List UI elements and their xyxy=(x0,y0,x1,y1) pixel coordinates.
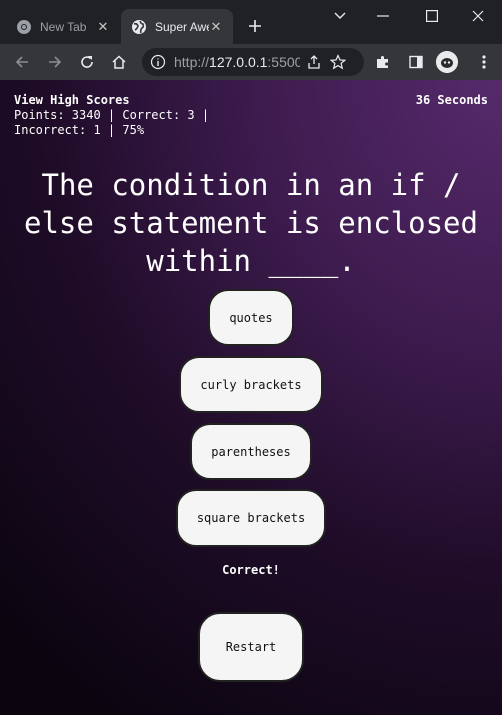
score-stats-line-2: Incorrect: 1 | 75% xyxy=(14,123,145,137)
tab-search-button[interactable] xyxy=(325,2,355,30)
tab-strip: New Tab ✕ Super Awesome Quiz ✕ xyxy=(0,0,502,44)
url-rest: :5500/index.html xyxy=(267,54,300,70)
close-tab-icon[interactable]: ✕ xyxy=(209,19,223,34)
tab-quiz[interactable]: Super Awesome Quiz ✕ xyxy=(121,9,233,44)
menu-button[interactable] xyxy=(472,50,496,74)
share-icon xyxy=(308,55,320,69)
forward-button[interactable] xyxy=(43,50,67,74)
answer-button-quotes[interactable]: quotes xyxy=(208,289,294,346)
chrome-icon xyxy=(17,19,31,34)
chevron-down-icon xyxy=(334,12,346,19)
info-icon[interactable] xyxy=(150,54,166,70)
close-icon xyxy=(472,10,484,22)
bookmark-button[interactable] xyxy=(328,52,348,72)
puzzle-icon xyxy=(377,56,388,68)
reload-icon xyxy=(81,56,93,68)
answer-button-square-brackets[interactable]: square brackets xyxy=(176,489,326,547)
new-tab-button[interactable] xyxy=(243,14,267,38)
extensions-button[interactable] xyxy=(371,50,395,74)
view-high-scores-link[interactable]: View High Scores xyxy=(14,93,130,107)
countdown-timer: 36 Seconds xyxy=(415,93,488,107)
share-button[interactable] xyxy=(304,52,324,72)
close-window-button[interactable] xyxy=(463,2,493,30)
answer-feedback: Correct! xyxy=(222,563,280,577)
score-stats-line-1: Points: 3340 | Correct: 3 | xyxy=(14,108,210,122)
restart-button[interactable]: Restart xyxy=(198,612,304,682)
maximize-button[interactable] xyxy=(417,2,447,30)
minimize-icon xyxy=(377,15,389,17)
browser-chrome: New Tab ✕ Super Awesome Quiz ✕ xyxy=(0,0,502,80)
close-tab-icon[interactable]: ✕ xyxy=(96,19,110,34)
side-panel-button[interactable] xyxy=(404,50,428,74)
minimize-button[interactable] xyxy=(368,2,398,30)
url-text[interactable]: http://127.0.0.1:5500/index.html xyxy=(174,54,300,70)
answer-button-parentheses[interactable]: parentheses xyxy=(190,423,312,480)
side-panel-icon xyxy=(409,55,423,69)
tab-new-tab[interactable]: New Tab ✕ xyxy=(6,9,120,44)
url-host: 127.0.0.1 xyxy=(209,54,268,70)
back-arrow-icon xyxy=(15,56,28,68)
address-bar[interactable]: http://127.0.0.1:5500/index.html xyxy=(142,48,364,76)
home-button[interactable] xyxy=(107,50,131,74)
url-prefix: http:// xyxy=(174,54,210,70)
avatar[interactable] xyxy=(436,51,458,73)
reload-button[interactable] xyxy=(75,50,99,74)
plus-icon xyxy=(249,20,261,32)
page-viewport: View High Scores Points: 3340 | Correct:… xyxy=(0,80,502,715)
kebab-menu-icon xyxy=(482,55,486,69)
globe-icon xyxy=(132,19,146,34)
star-icon xyxy=(330,54,346,70)
back-button[interactable] xyxy=(10,50,34,74)
maximize-icon xyxy=(426,10,438,22)
profile-icon xyxy=(436,51,458,73)
browser-toolbar: http://127.0.0.1:5500/index.html xyxy=(0,44,502,80)
question-text: The condition in an if / else statement … xyxy=(24,168,478,278)
answer-button-curly-brackets[interactable]: curly brackets xyxy=(179,356,323,413)
tab-title: New Tab xyxy=(40,19,87,34)
forward-arrow-icon xyxy=(49,56,62,68)
tab-title: Super Awesome Quiz xyxy=(155,19,209,34)
home-icon xyxy=(112,55,126,69)
